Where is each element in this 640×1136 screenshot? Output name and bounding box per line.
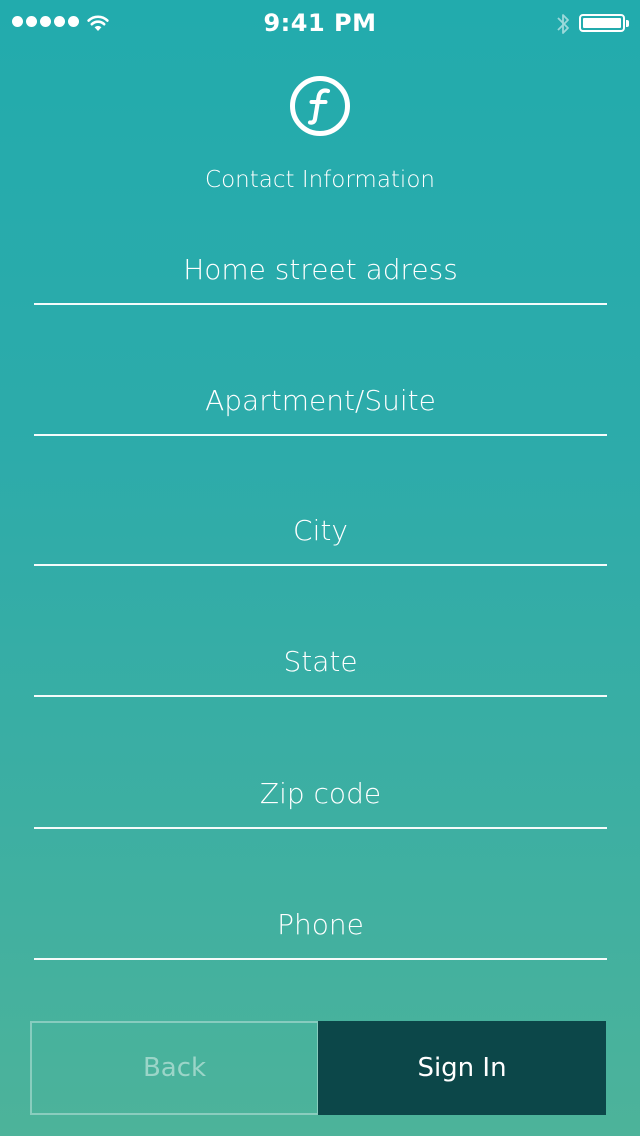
home-street-address-field <box>34 235 607 305</box>
apartment-suite-field <box>34 366 607 436</box>
status-bar: 9:41 PM <box>0 0 640 48</box>
status-time: 9:41 PM <box>263 9 377 37</box>
bluetooth-icon <box>557 14 569 34</box>
sign-in-button[interactable]: Sign In <box>318 1021 606 1115</box>
city-field <box>34 496 607 566</box>
f-circle-logo-icon <box>290 76 350 136</box>
phone-field <box>34 890 607 960</box>
phone-input[interactable] <box>34 890 607 958</box>
home-street-address-input[interactable] <box>34 235 607 303</box>
apartment-suite-input[interactable] <box>34 366 607 434</box>
state-input[interactable] <box>34 627 607 695</box>
back-button[interactable]: Back <box>30 1021 319 1115</box>
page-title: Contact Information <box>205 167 435 193</box>
sign-in-button-label: Sign In <box>417 1053 507 1083</box>
back-button-label: Back <box>142 1053 207 1083</box>
zip-code-field <box>34 759 607 829</box>
battery-icon <box>579 14 629 32</box>
state-field <box>34 627 607 697</box>
city-input[interactable] <box>34 496 607 564</box>
zip-code-input[interactable] <box>34 759 607 827</box>
